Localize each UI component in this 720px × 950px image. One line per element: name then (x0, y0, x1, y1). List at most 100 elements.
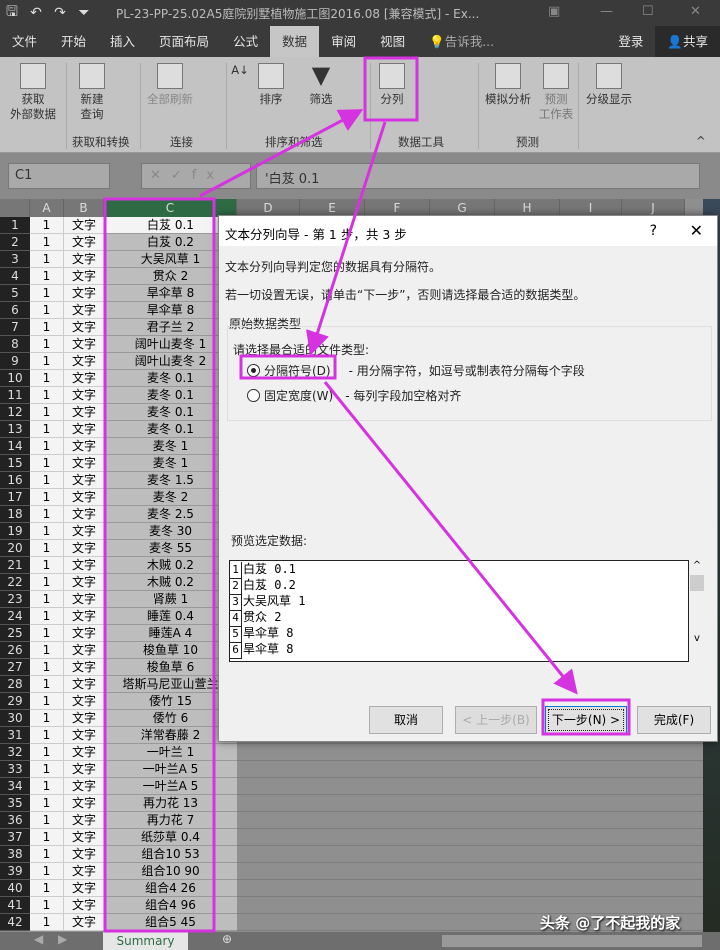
row-header[interactable]: 30 (0, 710, 30, 727)
cell-b[interactable]: 文字 (64, 557, 104, 574)
cell-b[interactable]: 文字 (64, 319, 104, 336)
row-header[interactable]: 1 (0, 217, 30, 234)
cell-a[interactable]: 1 (30, 897, 64, 914)
select-all-corner[interactable] (0, 199, 30, 217)
save-icon[interactable]: 🖫 (0, 1, 24, 25)
cell-a[interactable]: 1 (30, 285, 64, 302)
radio-checked-icon[interactable] (247, 364, 260, 377)
row-header[interactable]: 40 (0, 880, 30, 897)
cell-a[interactable]: 1 (30, 540, 64, 557)
tab-file[interactable]: 文件 (0, 26, 49, 57)
customize-qat-icon[interactable]: ⏷ (72, 5, 96, 21)
cell-b[interactable]: 文字 (64, 625, 104, 642)
cell-a[interactable]: 1 (30, 489, 64, 506)
row-header[interactable]: 18 (0, 506, 30, 523)
row-header[interactable]: 23 (0, 591, 30, 608)
cell-b[interactable]: 文字 (64, 234, 104, 251)
cell-a[interactable]: 1 (30, 778, 64, 795)
empty-cells[interactable] (237, 880, 703, 897)
row-header[interactable]: 26 (0, 642, 30, 659)
row-header[interactable]: 8 (0, 336, 30, 353)
row-header[interactable]: 5 (0, 285, 30, 302)
cell-b[interactable]: 文字 (64, 421, 104, 438)
tab-data[interactable]: 数据 (270, 26, 320, 57)
cell-a[interactable]: 1 (30, 676, 64, 693)
cell-b[interactable]: 文字 (64, 659, 104, 676)
preview-box[interactable]: 1 白芨 0.1 2 白芨 0.2 3 大吴风草 1 4 贯众 2 5 旱伞草 8 6 旱伞草 8 (229, 560, 689, 662)
tab-view[interactable]: 视图 (368, 26, 417, 57)
cell-a[interactable]: 1 (30, 744, 64, 761)
cell-c[interactable]: 组合5 45 (104, 914, 237, 931)
row-header[interactable]: 34 (0, 778, 30, 795)
cell-a[interactable]: 1 (30, 710, 64, 727)
row-header[interactable]: 2 (0, 234, 30, 251)
cell-a[interactable]: 1 (30, 523, 64, 540)
cell-c[interactable]: 组合10 53 (104, 846, 237, 863)
cell-b[interactable]: 文字 (64, 829, 104, 846)
cell-a[interactable]: 1 (30, 761, 64, 778)
cell-a[interactable]: 1 (30, 863, 64, 880)
help-button[interactable]: ? (650, 223, 657, 239)
cell-c[interactable]: 再力花 7 (104, 812, 237, 829)
row-header[interactable]: 21 (0, 557, 30, 574)
cell-b[interactable]: 文字 (64, 489, 104, 506)
cell-b[interactable]: 文字 (64, 472, 104, 489)
cell-a[interactable]: 1 (30, 693, 64, 710)
cell-b[interactable]: 文字 (64, 268, 104, 285)
cell-b[interactable]: 文字 (64, 897, 104, 914)
cell-a[interactable]: 1 (30, 557, 64, 574)
cell-a[interactable]: 1 (30, 472, 64, 489)
row-header[interactable]: 33 (0, 761, 30, 778)
cell-b[interactable]: 文字 (64, 591, 104, 608)
cell-b[interactable]: 文字 (64, 914, 104, 931)
row-header[interactable]: 11 (0, 387, 30, 404)
row-header[interactable]: 35 (0, 795, 30, 812)
minimize-button[interactable]: — (600, 4, 613, 19)
login-link[interactable]: 登录 (606, 26, 655, 57)
sort-az-icon[interactable]: A↓ (230, 63, 250, 78)
cell-b[interactable]: 文字 (64, 676, 104, 693)
outline-button[interactable]: 分级显示 (582, 63, 636, 107)
row-header[interactable]: 27 (0, 659, 30, 676)
cell-b[interactable]: 文字 (64, 693, 104, 710)
cell-c[interactable]: 一叶兰A 5 (104, 778, 237, 795)
cancel-button[interactable]: 取消 (369, 706, 443, 734)
row-header[interactable]: 42 (0, 914, 30, 931)
empty-cells[interactable] (237, 863, 703, 880)
row-header[interactable]: 29 (0, 693, 30, 710)
cell-a[interactable]: 1 (30, 421, 64, 438)
radio-delimited[interactable]: 分隔符号(D) - 用分隔字符，如逗号或制表符分隔每个字段 (247, 362, 585, 379)
cell-b[interactable]: 文字 (64, 217, 104, 234)
cell-a[interactable]: 1 (30, 812, 64, 829)
cell-c[interactable]: 组合10 90 (104, 863, 237, 880)
cell-a[interactable]: 1 (30, 319, 64, 336)
cell-b[interactable]: 文字 (64, 812, 104, 829)
empty-cells[interactable] (237, 812, 703, 829)
back-button[interactable]: < 上一步(B) (455, 706, 537, 734)
tab-page-layout[interactable]: 页面布局 (147, 26, 221, 57)
empty-cells[interactable] (237, 778, 703, 795)
cell-b[interactable]: 文字 (64, 795, 104, 812)
cell-a[interactable]: 1 (30, 234, 64, 251)
cell-a[interactable]: 1 (30, 642, 64, 659)
cell-c[interactable]: 一叶兰A 5 (104, 761, 237, 778)
empty-cells[interactable] (237, 761, 703, 778)
prev-sheet-icon[interactable]: ◀ (34, 932, 43, 946)
cell-b[interactable]: 文字 (64, 455, 104, 472)
cell-b[interactable]: 文字 (64, 574, 104, 591)
cell-b[interactable]: 文字 (64, 608, 104, 625)
cell-b[interactable]: 文字 (64, 370, 104, 387)
row-header[interactable]: 28 (0, 676, 30, 693)
undo-icon[interactable]: ↶ (24, 5, 48, 21)
new-query-button[interactable]: 新建 查询 (72, 63, 112, 122)
tab-insert[interactable]: 插入 (98, 26, 147, 57)
cell-a[interactable]: 1 (30, 302, 64, 319)
formula-input[interactable]: '白芨 0.1 (256, 163, 700, 189)
cell-b[interactable]: 文字 (64, 540, 104, 557)
empty-cells[interactable] (237, 829, 703, 846)
next-button[interactable]: 下一步(N) > (545, 706, 627, 734)
cell-b[interactable]: 文字 (64, 761, 104, 778)
row-header[interactable]: 19 (0, 523, 30, 540)
empty-cells[interactable] (237, 744, 703, 761)
row-header[interactable]: 15 (0, 455, 30, 472)
